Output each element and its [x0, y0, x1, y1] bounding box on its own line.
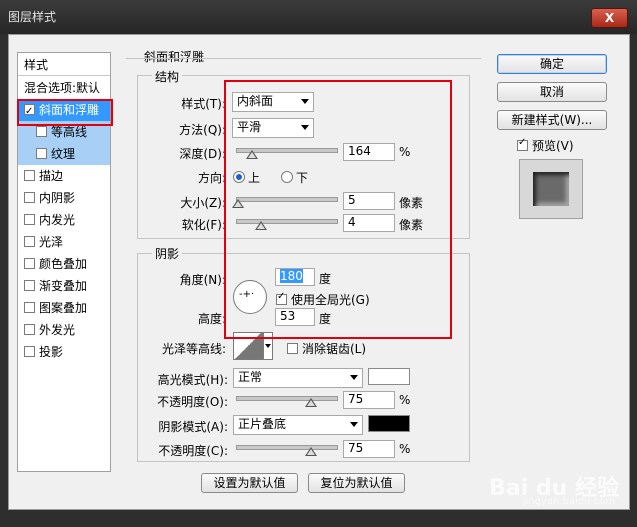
ok-button[interactable]: 确定: [497, 54, 607, 74]
checkbox-empty-icon[interactable]: [24, 236, 35, 247]
checkbox-empty-icon[interactable]: [24, 258, 35, 269]
style-list-item[interactable]: 颜色叠加: [18, 253, 110, 275]
style-list-item-label: 外发光: [39, 323, 76, 337]
checkbox-empty-icon[interactable]: [24, 346, 35, 357]
style-list-header: 样式: [18, 54, 110, 76]
style-list-item-label: 内阴影: [39, 191, 76, 205]
highlight-mode-dropdown[interactable]: 正常: [233, 368, 363, 388]
highlight-opacity-unit: %: [399, 393, 411, 407]
style-label: 样式(T):: [181, 97, 226, 111]
style-list-item[interactable]: 外发光: [18, 319, 110, 341]
style-list-item-label: 光泽: [39, 235, 64, 249]
window-title: 图层样式: [8, 10, 57, 24]
style-list-item-label: 投影: [39, 345, 64, 359]
highlight-mode-label: 高光模式(H):: [157, 373, 228, 387]
depth-label: 深度(D):: [179, 147, 226, 161]
style-list-item-label: 颜色叠加: [39, 257, 88, 271]
style-list-item-label: 描边: [39, 169, 64, 183]
checkbox-empty-icon[interactable]: [36, 148, 47, 159]
size-label: 大小(Z):: [180, 196, 226, 210]
watermark-url: jingyan.baidu.com: [522, 496, 615, 507]
bevel-panel-title: 斜面和浮雕: [141, 48, 208, 65]
chevron-down-icon: [350, 422, 358, 427]
style-list-item[interactable]: 内阴影: [18, 187, 110, 209]
shadow-opacity-slider-thumb[interactable]: [305, 447, 317, 456]
style-list-item[interactable]: 渐变叠加: [18, 275, 110, 297]
technique-label: 方法(Q):: [179, 123, 226, 137]
style-list-item[interactable]: 投影: [18, 341, 110, 363]
style-list-item-label: 纹理: [51, 147, 76, 161]
checkbox-empty-icon[interactable]: [24, 170, 35, 181]
make-default-button[interactable]: 设置为默认值: [201, 473, 298, 493]
shadow-opacity-input[interactable]: 75: [343, 440, 395, 458]
highlight-mode-value: 正常: [238, 370, 263, 384]
checkbox-empty-icon[interactable]: [24, 214, 35, 225]
checkbox-empty-icon[interactable]: [36, 126, 47, 137]
shading-title: 阴影: [152, 245, 183, 262]
bevel-divider: [126, 58, 481, 59]
highlight-opacity-input[interactable]: 75: [343, 391, 395, 409]
style-list-item[interactable]: 图案叠加: [18, 297, 110, 319]
shadow-opacity-slider-track[interactable]: [236, 445, 338, 450]
preview-swatch: [533, 172, 569, 206]
anti-alias-label: 消除锯齿(L): [302, 342, 367, 356]
checkbox-empty-icon[interactable]: [24, 302, 35, 313]
highlight-opacity-label: 不透明度(O):: [157, 395, 228, 409]
title-bar: 图层样式: [0, 0, 637, 34]
highlight-opacity-slider-track[interactable]: [236, 396, 338, 401]
style-list-item-label: 图案叠加: [39, 301, 88, 315]
highlight-color-swatch[interactable]: [368, 368, 410, 385]
direction-label: 方向:: [197, 171, 226, 185]
red-highlight-box-structure: [224, 80, 452, 339]
highlight-opacity-slider-thumb[interactable]: [305, 398, 317, 407]
structure-title: 结构: [152, 68, 183, 85]
checkbox-empty-icon[interactable]: [24, 192, 35, 203]
style-list-item-label: 渐变叠加: [39, 279, 88, 293]
checkbox-checked-icon: [517, 137, 528, 151]
style-list-item-label: 等高线: [51, 125, 88, 139]
soften-label: 软化(F):: [181, 218, 226, 232]
shadow-mode-label: 阴影模式(A):: [158, 420, 228, 434]
shadow-mode-dropdown[interactable]: 正片叠底: [233, 415, 363, 435]
preview-label: 预览(V): [532, 139, 574, 153]
red-highlight-box-list: [17, 99, 113, 126]
style-list-item[interactable]: 光泽: [18, 231, 110, 253]
angle-label: 角度(N):: [179, 273, 226, 287]
shadow-color-swatch[interactable]: [368, 415, 410, 432]
checkbox-empty-icon[interactable]: [24, 280, 35, 291]
anti-alias-checkbox[interactable]: 消除锯齿(L): [287, 340, 366, 357]
altitude-label: 高度:: [197, 312, 226, 326]
new-style-button[interactable]: 新建样式(W)...: [497, 110, 607, 130]
style-list-item[interactable]: 纹理: [18, 143, 110, 165]
close-button[interactable]: X: [591, 8, 628, 28]
style-preview: [519, 159, 583, 219]
checkbox-empty-icon: [287, 343, 298, 354]
cancel-button[interactable]: 取消: [497, 82, 607, 102]
shadow-opacity-unit: %: [399, 442, 411, 456]
style-list-item[interactable]: 混合选项:默认: [18, 77, 110, 99]
style-list-item[interactable]: 内发光: [18, 209, 110, 231]
chevron-down-icon: [265, 344, 271, 348]
preview-checkbox[interactable]: 预览(V): [517, 137, 574, 154]
shadow-opacity-label: 不透明度(C):: [158, 444, 228, 458]
checkbox-empty-icon[interactable]: [24, 324, 35, 335]
style-list-item[interactable]: 描边: [18, 165, 110, 187]
style-list-item-label: 内发光: [39, 213, 76, 227]
style-list-item-label: 混合选项:默认: [24, 81, 101, 95]
shadow-mode-value: 正片叠底: [238, 417, 287, 431]
reset-default-button[interactable]: 复位为默认值: [308, 473, 405, 493]
chevron-down-icon: [350, 375, 358, 380]
gloss-contour-label: 光泽等高线:: [161, 342, 226, 356]
